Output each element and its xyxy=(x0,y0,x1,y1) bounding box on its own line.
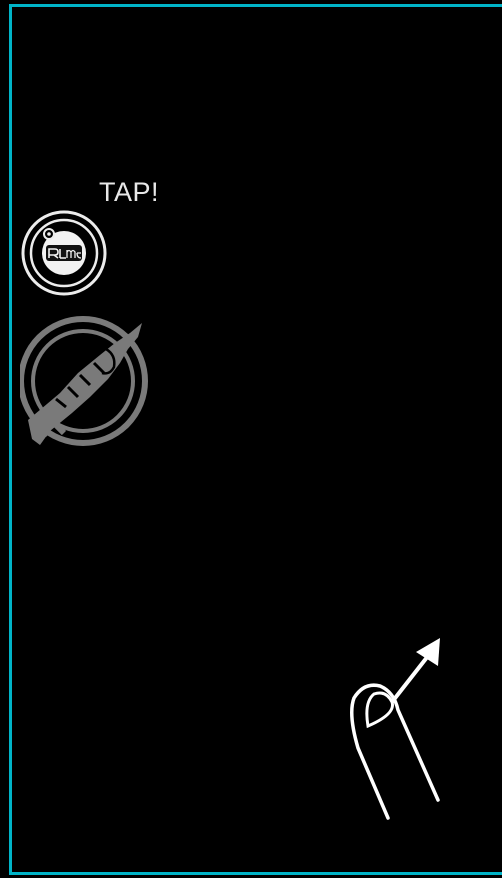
badge-logo-icon xyxy=(21,210,107,296)
badge-logo-button[interactable] xyxy=(20,209,108,297)
tap-prompt-label: TAP! xyxy=(99,177,160,207)
swipe-tutorial-hint xyxy=(340,630,460,830)
swipe-finger-icon xyxy=(350,638,440,820)
handshake-emblem-icon xyxy=(18,316,148,446)
game-screen[interactable]: TAP! xyxy=(0,0,502,878)
handshake-emblem-button[interactable] xyxy=(18,315,160,455)
